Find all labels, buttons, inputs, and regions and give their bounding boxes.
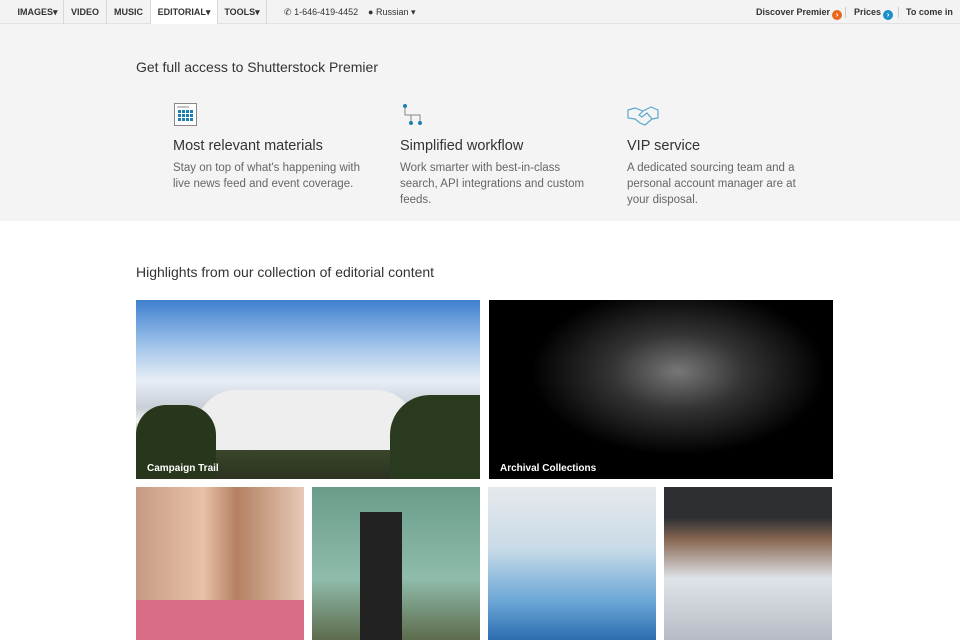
nav-tools[interactable]: TOOLS▾: [218, 0, 267, 24]
handshake-icon: [627, 106, 659, 126]
nav-images[interactable]: IMAGES▾: [12, 0, 64, 24]
discover-label: Discover Premier: [756, 7, 831, 17]
phone-icon: ✆: [284, 7, 292, 17]
nav-editorial[interactable]: EDITORIAL▾: [151, 0, 218, 24]
phone-link[interactable]: ✆ 1-646-419-4452: [284, 0, 358, 24]
nav-video[interactable]: VIDEO: [64, 0, 107, 24]
feature-title: VIP service: [627, 138, 701, 154]
login-link[interactable]: To come in: [906, 0, 953, 24]
discover-premier-link[interactable]: Discover Premier ›: [756, 0, 843, 24]
tile-archival-collections[interactable]: Archival Collections: [489, 300, 833, 479]
tile-campaign-trail[interactable]: Campaign Trail: [136, 300, 480, 479]
premier-title: Get full access to Shutterstock Premier: [136, 59, 378, 75]
phone-number: 1-646-419-4452: [294, 7, 359, 17]
photo-tile[interactable]: [136, 487, 304, 640]
photo-tile[interactable]: [488, 487, 656, 640]
nav-music[interactable]: MUSIC: [107, 0, 151, 24]
photo-tile[interactable]: [312, 487, 480, 640]
feature-workflow: Simplified workflow Work smarter with be…: [400, 102, 590, 208]
highlights-title: Highlights from our collection of editor…: [136, 264, 435, 280]
arrow-right-icon: ›: [883, 10, 894, 20]
language-label: Russian ▾: [375, 7, 416, 17]
prices-link[interactable]: Prices ›: [854, 0, 894, 24]
calendar-grid-icon: [174, 103, 197, 126]
top-nav: IMAGES▾ VIDEO MUSIC EDITORIAL▾ TOOLS▾ ✆ …: [0, 0, 960, 24]
feature-title: Simplified workflow: [400, 138, 524, 154]
feature-desc: A dedicated sourcing team and a personal…: [627, 162, 796, 206]
feature-desc: Work smarter with best-in-class search, …: [400, 162, 585, 206]
feature-title: Most relevant materials: [173, 138, 323, 154]
feature-relevant: Most relevant materials Stay on top of w…: [173, 102, 363, 192]
globe-icon: ●: [368, 7, 374, 17]
arrow-right-icon: ›: [832, 10, 843, 20]
feature-desc: Stay on top of what's happening with liv…: [173, 162, 360, 190]
photo-tile[interactable]: [664, 487, 832, 640]
feature-vip: VIP service A dedicated sourcing team an…: [627, 102, 817, 208]
tile-caption: Campaign Trail: [147, 463, 219, 474]
tile-caption: Archival Collections: [500, 463, 597, 474]
language-select[interactable]: ● Russian ▾: [368, 0, 416, 24]
workflow-icon: [403, 104, 422, 125]
premier-section: Get full access to Shutterstock Premier …: [0, 24, 960, 221]
prices-label: Prices: [854, 7, 882, 17]
